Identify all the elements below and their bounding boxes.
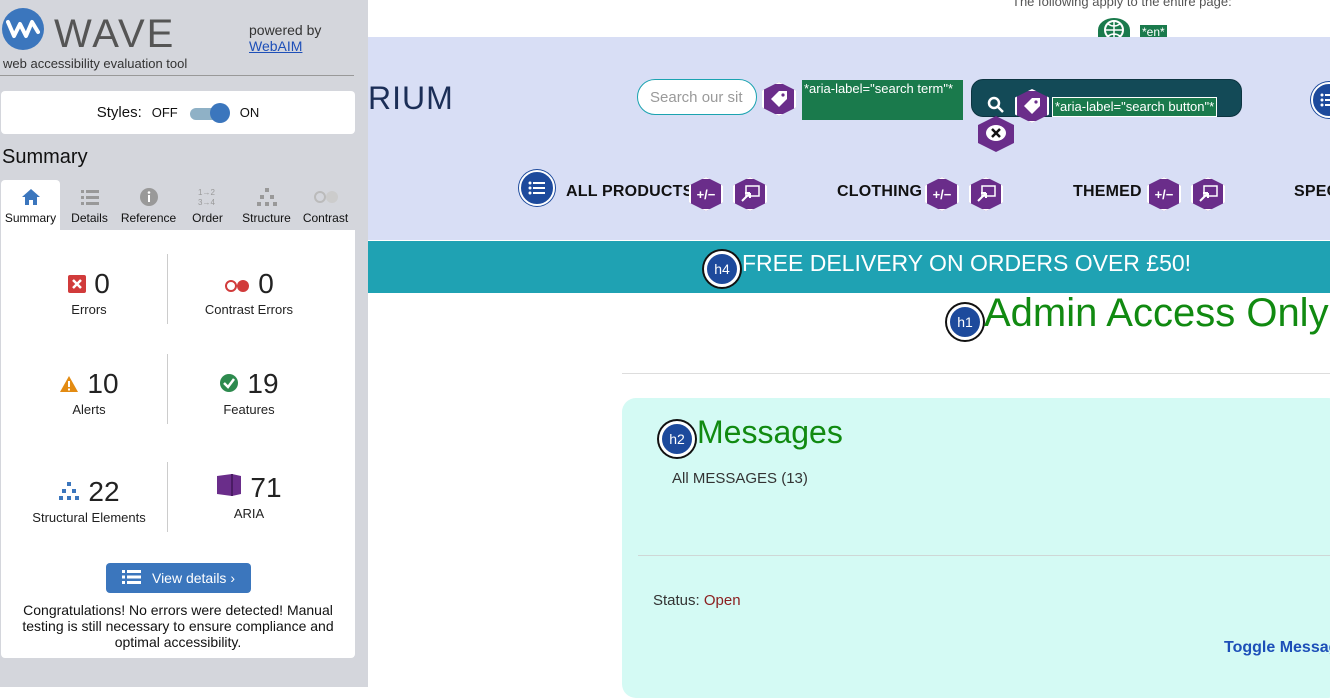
structural-count: 22 bbox=[88, 476, 120, 507]
stat-divider bbox=[167, 354, 168, 424]
tab-label: Order bbox=[192, 211, 223, 225]
structural-stat[interactable]: 22 Structural Elements bbox=[1, 476, 177, 525]
aria-stat[interactable]: 71 ARIA bbox=[161, 472, 337, 521]
contrast-icon bbox=[296, 186, 355, 208]
tab-order[interactable]: 1→2 3→4 Order bbox=[178, 180, 237, 230]
structural-label: Structural Elements bbox=[32, 510, 146, 525]
tab-summary[interactable]: Summary bbox=[1, 180, 60, 230]
styles-on-label: ON bbox=[239, 105, 260, 120]
tab-structure[interactable]: Structure bbox=[237, 180, 296, 230]
styles-toggle-box: Styles: OFF ON bbox=[1, 91, 355, 134]
page-level-note: The following apply to the entire page: bbox=[1012, 0, 1232, 9]
error-icon bbox=[68, 268, 87, 300]
tab-label: Reference bbox=[120, 211, 177, 225]
feature-icon bbox=[219, 368, 239, 400]
nav-themed[interactable]: THEMED bbox=[1073, 183, 1142, 201]
wave-logo-text: WAVE bbox=[54, 12, 176, 56]
search-icon bbox=[987, 96, 1005, 119]
aria-count: 71 bbox=[250, 472, 282, 503]
toggle-message-link[interactable]: Toggle Message bbox=[1224, 639, 1330, 657]
tab-label: Summary bbox=[4, 211, 57, 225]
features-label: Features bbox=[223, 402, 275, 417]
status-value: Open bbox=[703, 592, 741, 609]
info-icon bbox=[119, 186, 178, 208]
aria-label: ARIA bbox=[233, 506, 265, 521]
order-icon: 1→2 3→4 bbox=[178, 186, 237, 208]
structure-icon bbox=[58, 476, 80, 508]
alerts-stat[interactable]: 10 Alerts bbox=[1, 368, 177, 417]
styles-toggle[interactable] bbox=[188, 102, 230, 123]
list-icon bbox=[60, 186, 119, 208]
view-details-label: View details › bbox=[151, 570, 235, 586]
list-icon bbox=[121, 569, 142, 588]
contrast-errors-label: Contrast Errors bbox=[204, 302, 294, 317]
tab-label: Details bbox=[71, 211, 108, 225]
wave-tagline: web accessibility evaluation tool bbox=[3, 56, 188, 71]
powered-by: powered by WebAIM bbox=[249, 22, 321, 54]
stat-divider bbox=[167, 254, 168, 324]
site-brand[interactable]: RIUM bbox=[368, 80, 454, 117]
search-input[interactable]: Search our sit bbox=[637, 79, 757, 115]
wave-sidebar: WAVE web accessibility evaluation tool p… bbox=[0, 0, 368, 687]
wave-header: WAVE web accessibility evaluation tool p… bbox=[0, 6, 368, 76]
page-title: Admin Access Only bbox=[984, 291, 1329, 335]
structure-icon bbox=[237, 186, 296, 208]
alert-icon bbox=[59, 368, 79, 400]
congrats-message: Congratulations! No errors were detected… bbox=[22, 602, 334, 650]
summary-panel: 0 Errors 0 Contrast Errors 10 Alerts 19 … bbox=[1, 230, 355, 658]
tab-details[interactable]: Details bbox=[60, 180, 119, 230]
errors-count: 0 bbox=[94, 268, 110, 299]
contrast-errors-stat[interactable]: 0 Contrast Errors bbox=[161, 268, 337, 317]
view-details-button[interactable]: View details › bbox=[106, 563, 251, 593]
aria-search-term-label: *aria-label="search term"* bbox=[802, 80, 963, 120]
messages-title: Messages bbox=[697, 414, 843, 450]
svg-text:3→4: 3→4 bbox=[198, 198, 215, 207]
svg-text:1→2: 1→2 bbox=[198, 188, 215, 197]
list-icon[interactable] bbox=[519, 170, 555, 206]
features-count: 19 bbox=[247, 368, 279, 399]
errors-label: Errors bbox=[71, 302, 107, 317]
stat-divider bbox=[167, 462, 168, 532]
alerts-count: 10 bbox=[87, 368, 119, 399]
status-label: Status: bbox=[653, 592, 700, 609]
heading-h2-badge[interactable]: h2 bbox=[659, 421, 695, 457]
status-row: Status: Open bbox=[653, 592, 741, 609]
webaim-link[interactable]: WebAIM bbox=[249, 38, 321, 54]
heading-h1-badge[interactable]: h1 bbox=[947, 304, 983, 340]
aria-search-button-label: *aria-label="search button"* bbox=[1051, 97, 1218, 117]
nav-special[interactable]: SPEC bbox=[1294, 183, 1330, 201]
summary-heading: Summary bbox=[2, 146, 88, 168]
messages-count[interactable]: All MESSAGES (13) bbox=[672, 470, 808, 487]
heading-h4-badge[interactable]: h4 bbox=[704, 251, 740, 287]
alerts-label: Alerts bbox=[72, 402, 106, 417]
header-divider bbox=[0, 75, 354, 76]
styles-label: Styles: bbox=[96, 104, 142, 121]
tab-reference[interactable]: Reference bbox=[119, 180, 178, 230]
toggle-knob bbox=[209, 102, 230, 123]
contrast-errors-count: 0 bbox=[258, 268, 274, 299]
nav-all-products[interactable]: ALL PRODUCTS bbox=[566, 183, 693, 201]
nav-clothing[interactable]: CLOTHING bbox=[837, 183, 922, 201]
styles-off-label: OFF bbox=[151, 105, 178, 120]
divider bbox=[622, 373, 1330, 374]
tab-label: Contrast bbox=[302, 211, 349, 225]
aria-icon bbox=[216, 472, 242, 504]
contrast-error-icon bbox=[224, 268, 250, 300]
site-header bbox=[368, 37, 1330, 240]
home-icon bbox=[1, 186, 60, 208]
divider bbox=[638, 555, 1330, 556]
delivery-text: FREE DELIVERY ON ORDERS OVER £50! bbox=[742, 250, 1192, 276]
language-label: *en* bbox=[1140, 25, 1167, 37]
features-stat[interactable]: 19 Features bbox=[161, 368, 337, 417]
tab-contrast[interactable]: Contrast bbox=[296, 180, 355, 230]
wave-tabs: Summary Details Reference 1→2 3→4 Order S… bbox=[1, 180, 355, 230]
tab-label: Structure bbox=[242, 211, 291, 225]
wave-logo-icon[interactable] bbox=[2, 8, 44, 50]
errors-stat[interactable]: 0 Errors bbox=[1, 268, 177, 317]
powered-by-text: powered by bbox=[249, 22, 322, 38]
